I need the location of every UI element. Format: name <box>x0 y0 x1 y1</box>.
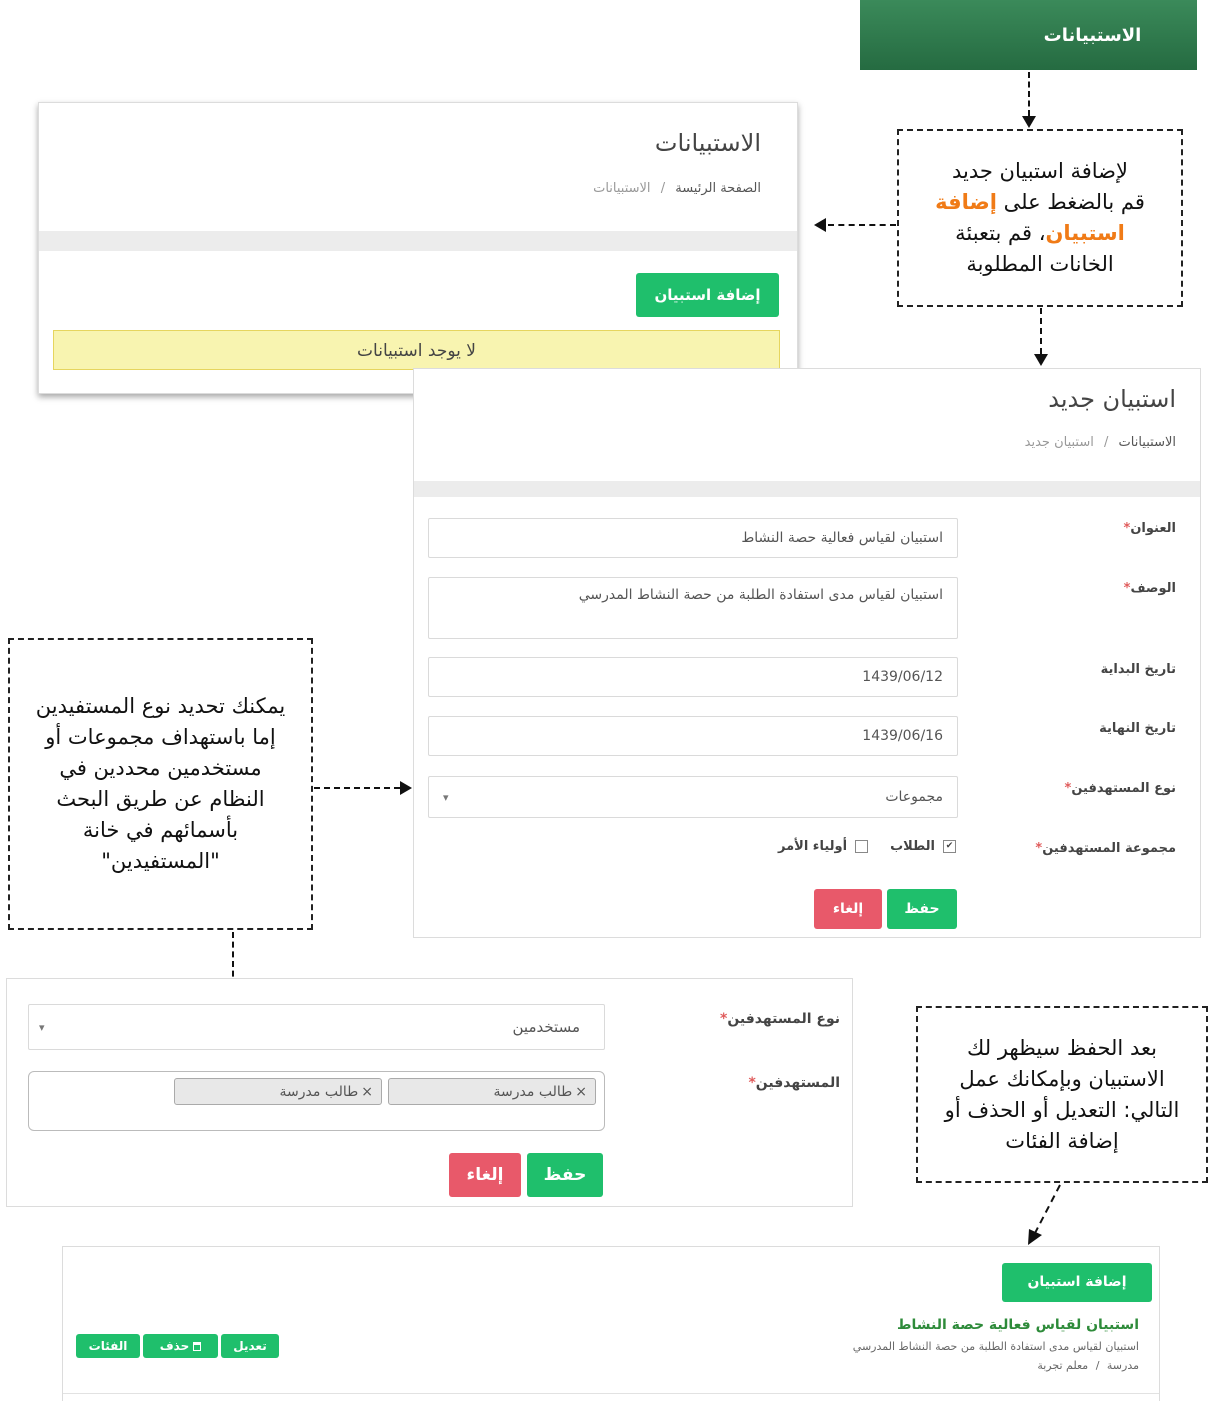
description-textarea[interactable]: استبيان لقياس مدى استفادة الطلبة من حصة … <box>428 577 958 639</box>
arrow-connector <box>1040 308 1042 354</box>
arrow-head <box>1022 116 1036 128</box>
breadcrumb: الاستبيانات / استبيان جديد <box>1025 435 1176 450</box>
cancel-button[interactable]: إلغاء <box>449 1153 521 1197</box>
breadcrumb-separator: / <box>660 181 666 196</box>
field-label-end-date: تاريخ النهاية <box>1099 721 1176 736</box>
field-label-title: العنوان* <box>1123 521 1177 536</box>
header-tab[interactable]: الاستبيانات <box>860 0 1197 70</box>
field-label-targets: المستهدفين* <box>748 1075 840 1091</box>
checkbox-label-parents: أولياء الأمر <box>778 839 848 854</box>
target-type-select[interactable]: مستخدمين ▾ <box>28 1004 605 1050</box>
cancel-button[interactable]: إلغاء <box>814 889 882 929</box>
survey-result-panel: إضافة استبيان استبيان لقياس فعالية حصة ا… <box>62 1246 1160 1401</box>
breadcrumb: الصفحة الرئيسة / الاستبيانات <box>593 181 761 196</box>
start-date-input[interactable]: 1439/06/12 <box>428 657 958 697</box>
callout-text: بعد الحفظ سيظهر لك الاستبيان وبإمكانك عم… <box>944 1035 1180 1153</box>
arrow-head <box>814 218 826 232</box>
breadcrumb-home[interactable]: الصفحة الرئيسة <box>675 181 761 196</box>
chip-label: طالب مدرسة <box>493 1083 573 1100</box>
arrow-connector <box>828 224 896 226</box>
end-date-input[interactable]: 1439/06/16 <box>428 716 958 756</box>
callout-line: استبيان، قم بتعبئة <box>955 221 1125 245</box>
target-type-select[interactable]: مجموعات ▾ <box>428 776 958 818</box>
close-icon[interactable]: × <box>575 1084 587 1100</box>
arrow-connector <box>314 787 400 789</box>
panel-divider <box>414 481 1200 497</box>
breadcrumb-separator: / <box>1095 1359 1100 1372</box>
breadcrumb-current: الاستبيانات <box>593 181 651 196</box>
arrow-connector <box>1028 1184 1061 1245</box>
surveys-list-panel: الاستبيانات الصفحة الرئيسة / الاستبيانات… <box>38 102 798 394</box>
title-input[interactable]: استبيان لقياس فعالية حصة النشاط <box>428 518 958 558</box>
delete-button[interactable]: حذف <box>143 1334 218 1358</box>
field-label-description: الوصف* <box>1123 581 1176 596</box>
panel-divider <box>63 1393 1159 1394</box>
page-title: استبيان جديد <box>1048 385 1176 413</box>
page-title: الاستبيانات <box>654 129 761 157</box>
categories-button[interactable]: الفئات <box>76 1334 140 1358</box>
field-label-target-type: نوع المستهدفين* <box>1064 781 1176 796</box>
meta-school: مدرسة <box>1106 1359 1139 1372</box>
chip-label: طالب مدرسة <box>279 1083 359 1100</box>
arrow-head <box>1034 354 1048 366</box>
breadcrumb-separator: / <box>1104 435 1109 450</box>
callout-text: يمكنك تحديد نوع المستفيدين إما باستهداف … <box>35 694 286 873</box>
callout-line: لإضافة استبيان جديد <box>952 159 1128 183</box>
callout-after-save-info: بعد الحفظ سيظهر لك الاستبيان وبإمكانك عم… <box>916 1006 1208 1183</box>
callout-highlight: إضافة <box>935 190 997 214</box>
survey-title-link[interactable]: استبيان لقياس فعالية حصة النشاط <box>897 1317 1139 1333</box>
checkbox-label-students: الطلاب <box>890 839 935 854</box>
chevron-down-icon: ▾ <box>443 790 449 804</box>
callout-line: قم بالضغط على إضافة <box>935 190 1145 214</box>
targets-multiselect[interactable]: × طالب مدرسة × طالب مدرسة <box>28 1071 605 1131</box>
delete-label: حذف <box>159 1339 190 1353</box>
callout-line: الخانات المطلوبة <box>966 252 1114 276</box>
breadcrumb-current: استبيان جديد <box>1024 435 1094 450</box>
field-label-target-type: نوع المستهدفين* <box>719 1011 840 1027</box>
header-tab-label: الاستبيانات <box>1043 24 1142 46</box>
survey-description: استبيان لقياس مدى استفادة الطلبة من حصة … <box>852 1340 1139 1353</box>
callout-target-type-info: يمكنك تحديد نوع المستفيدين إما باستهداف … <box>8 638 313 930</box>
save-button[interactable]: حفظ <box>527 1153 603 1197</box>
close-icon[interactable]: × <box>361 1084 373 1100</box>
trash-icon <box>193 1341 202 1351</box>
breadcrumb-surveys[interactable]: الاستبيانات <box>1119 435 1176 450</box>
empty-state-message: لا يوجد استبيانات <box>53 330 780 370</box>
meta-teacher: معلم تجربة <box>1037 1359 1089 1372</box>
target-chip[interactable]: × طالب مدرسة <box>388 1078 596 1105</box>
panel-divider <box>39 231 797 251</box>
new-survey-form-panel: استبيان جديد الاستبيانات / استبيان جديد … <box>413 368 1201 938</box>
checkbox-parents[interactable] <box>855 840 869 853</box>
save-button[interactable]: حفظ <box>887 889 957 929</box>
arrow-connector <box>1028 72 1030 116</box>
chevron-down-icon: ▾ <box>39 1020 45 1034</box>
callout-add-instructions: لإضافة استبيان جديد قم بالضغط على إضافة … <box>897 129 1183 307</box>
field-label-target-group: مجموعة المستهدفين* <box>1035 841 1176 856</box>
checkbox-students[interactable]: ✔ <box>943 840 956 853</box>
add-survey-button[interactable]: إضافة استبيان <box>1002 1263 1152 1302</box>
field-label-start-date: تاريخ البداية <box>1100 662 1176 677</box>
callout-highlight: استبيان <box>1045 221 1125 245</box>
arrow-head <box>400 781 412 795</box>
survey-meta: مدرسة / معلم تجربة <box>1037 1359 1139 1372</box>
users-target-form-panel: نوع المستهدفين* مستخدمين ▾ المستهدفين* ×… <box>6 978 853 1207</box>
edit-button[interactable]: تعديل <box>221 1334 279 1358</box>
target-group-options: ✔ الطلاب أولياء الأمر <box>778 839 956 854</box>
add-survey-button[interactable]: إضافة استبيان <box>636 273 779 317</box>
check-icon: ✔ <box>945 841 954 851</box>
target-chip[interactable]: × طالب مدرسة <box>174 1078 382 1105</box>
